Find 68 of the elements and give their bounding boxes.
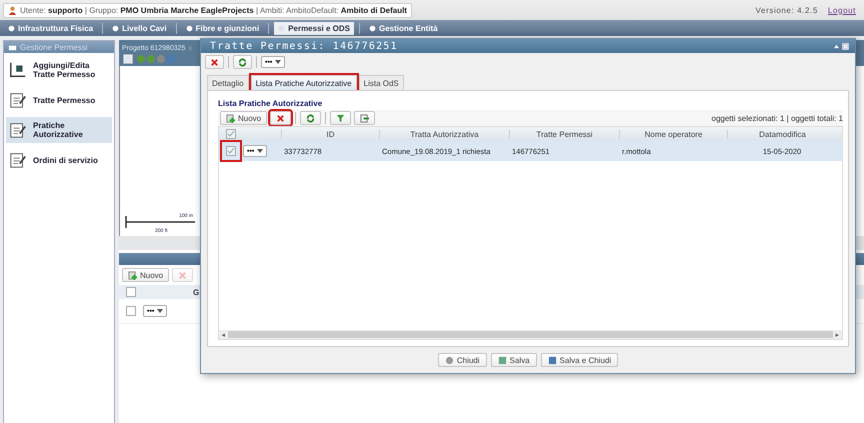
circle-icon <box>8 24 15 32</box>
nav-tab[interactable]: Permessi e ODS <box>274 22 354 34</box>
row-checkbox[interactable] <box>226 146 236 156</box>
select-all-checkbox[interactable] <box>226 129 236 139</box>
close-icon <box>276 114 286 122</box>
edit-icon <box>9 151 27 169</box>
refresh-button[interactable] <box>233 55 252 69</box>
column-header[interactable]: Nome operatore <box>619 130 727 138</box>
column-header[interactable]: Datamodifica <box>727 130 837 138</box>
circle-icon <box>112 24 120 32</box>
tab[interactable]: Lista Pratiche Autorizzative <box>250 75 357 90</box>
refresh-button[interactable] <box>300 111 322 125</box>
close-icon <box>178 270 188 280</box>
user-icon <box>8 6 17 14</box>
nav-tab[interactable]: Livello Cavi <box>108 22 171 34</box>
user-info: Utente: supporto | Gruppo: PMO Umbria Marche EagleProjects | Ambiti: AmbitoDefault: Ambito di Default <box>20 6 407 14</box>
dialog-title: Tratte Permessi: 146776251 <box>210 40 398 52</box>
caret-icon <box>257 149 264 153</box>
footer-button[interactable]: Salva e Chiudi <box>540 353 618 367</box>
route-icon <box>9 61 27 79</box>
circle-icon <box>444 356 454 364</box>
save-icon <box>548 356 557 364</box>
sidebar-item[interactable]: Tratte Permesso <box>6 87 112 113</box>
refresh-icon <box>238 58 247 66</box>
scrollbar-thumb[interactable] <box>228 331 833 338</box>
footer-button[interactable]: Chiudi <box>438 353 487 367</box>
export-icon <box>360 114 370 122</box>
save-icon <box>498 356 507 364</box>
scale-bar-drawing <box>125 216 195 228</box>
export-button[interactable] <box>354 111 376 125</box>
new-button[interactable]: Nuovo <box>220 111 268 125</box>
nav-tab[interactable]: Gestione Entità <box>364 22 442 34</box>
sidebar-item[interactable]: Ordini di servizio <box>6 147 112 173</box>
add-document-icon <box>128 270 137 280</box>
edit-icon <box>9 121 27 139</box>
sidebar-title: Gestione Permessi <box>20 42 88 52</box>
collapse-icon[interactable] <box>834 44 839 48</box>
checkbox[interactable] <box>126 306 136 316</box>
refresh-icon <box>306 114 316 122</box>
selection-count: oggetti selezionati: 1 | oggetti totali: 1 <box>712 114 843 122</box>
edit-icon <box>9 91 27 109</box>
new-button[interactable]: Nuovo <box>122 268 170 282</box>
circle-icon <box>186 24 193 32</box>
close-icon[interactable] <box>842 42 849 50</box>
nav-tab[interactable]: Fibre e giunzioni <box>182 22 264 34</box>
footer-button[interactable]: Salva <box>490 353 537 367</box>
column-header[interactable]: G <box>193 288 200 296</box>
filter-button[interactable] <box>330 111 352 125</box>
nav-tab[interactable]: Infrastruttura Fisica <box>4 22 98 34</box>
tab[interactable]: Lista OdS <box>358 75 404 90</box>
delete-button[interactable] <box>205 55 224 69</box>
column-header[interactable]: Tratte Permessi <box>509 130 619 138</box>
caret-icon <box>157 309 164 313</box>
tab[interactable]: Dettaglio <box>207 75 249 90</box>
delete-button[interactable] <box>270 111 292 125</box>
section-title: Lista Pratiche Autorizzative <box>218 99 324 108</box>
filter-icon <box>336 114 346 122</box>
add-document-icon <box>226 114 235 122</box>
circle-icon <box>368 24 376 32</box>
version-label: Versione: 4.2.5 <box>756 6 818 14</box>
checkbox[interactable] <box>126 287 136 297</box>
sidebar-item[interactable]: Aggiungi/Edita Tratte Permesso <box>6 57 112 83</box>
sidebar-item[interactable]: Pratiche Autorizzative <box>6 117 112 143</box>
column-header[interactable]: Tratta Autorizzativa <box>379 130 509 138</box>
column-header[interactable]: ID <box>281 130 379 138</box>
caret-icon <box>275 60 282 64</box>
close-icon <box>210 58 219 66</box>
logout-link[interactable]: Logout <box>828 6 856 14</box>
